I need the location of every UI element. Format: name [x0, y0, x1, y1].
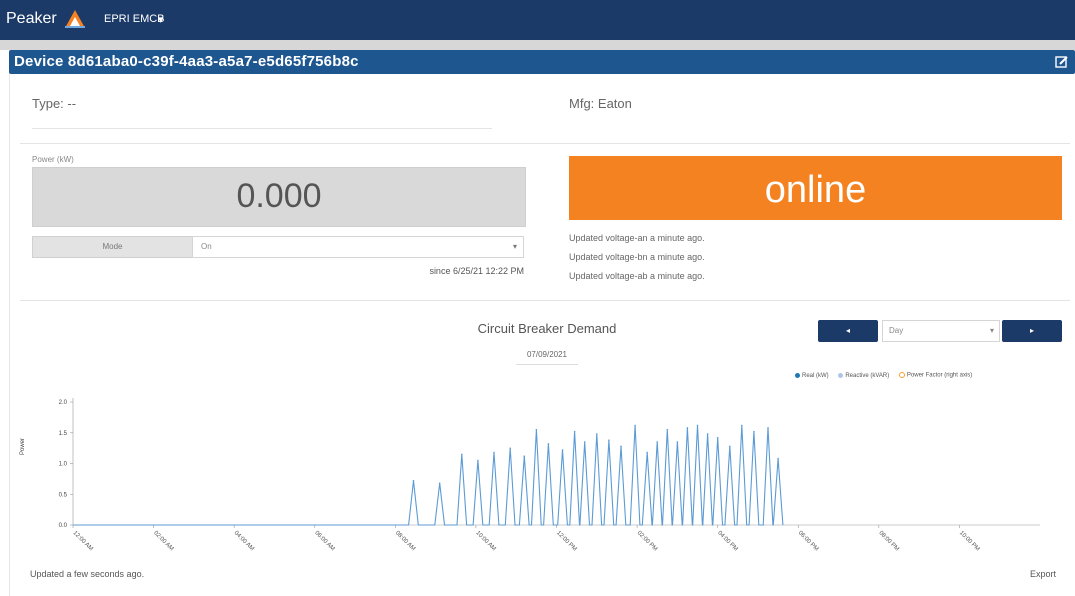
- chart-updated-status: Updated a few seconds ago.: [30, 569, 145, 579]
- org-menu-caret-icon[interactable]: ▾: [158, 13, 164, 26]
- chevron-down-icon: ▾: [989, 326, 994, 335]
- device-manufacturer: Mfg: Eaton: [569, 96, 632, 111]
- data-point: [706, 433, 709, 435]
- data-point: [634, 424, 636, 427]
- y-tick-label: 1.0: [59, 462, 68, 468]
- power-value: 0.000: [236, 177, 322, 215]
- data-point: [547, 443, 550, 445]
- data-point: [656, 441, 659, 443]
- device-title: Device 8d61aba0-c39f-4aa3-a5a7-e5d65f756…: [14, 53, 359, 70]
- data-point: [509, 447, 511, 449]
- chevron-down-icon: ▾: [512, 242, 517, 251]
- status-badge: online: [569, 156, 1062, 220]
- data-point: [728, 445, 731, 448]
- data-point: [620, 445, 622, 448]
- data-point: [523, 455, 526, 457]
- x-tick-label: 08:00 AM: [394, 530, 416, 552]
- divider: [32, 128, 492, 129]
- legend-item[interactable]: Real (kW): [795, 372, 829, 379]
- chart-date[interactable]: 07/09/2021: [516, 346, 578, 365]
- data-point: [535, 428, 538, 431]
- power-label: Power (kW): [32, 155, 74, 164]
- export-link[interactable]: Export: [1030, 569, 1056, 579]
- mode-label: Mode: [32, 236, 193, 258]
- data-point: [646, 451, 648, 454]
- x-tick-label: 08:00 PM: [877, 530, 899, 552]
- data-point: [767, 427, 769, 429]
- data-point: [583, 441, 586, 443]
- data-point: [666, 428, 669, 431]
- x-tick-label: 06:00 AM: [313, 530, 335, 552]
- data-point: [461, 453, 463, 456]
- data-point: [716, 436, 719, 439]
- data-point: [561, 449, 564, 451]
- y-tick-label: 0.5: [59, 492, 68, 498]
- data-point: [686, 427, 689, 429]
- x-tick-label: 10:00 AM: [475, 530, 497, 552]
- legend-dot-icon: [795, 372, 800, 378]
- peaker-logo-icon: [65, 10, 85, 28]
- data-point: [777, 457, 779, 460]
- chart-legend: Real (kW) Reactive (kVAR) Power Factor (…: [795, 372, 980, 379]
- x-tick-label: 04:00 PM: [716, 530, 738, 552]
- x-tick-label: 12:00 PM: [555, 530, 577, 552]
- mode-select[interactable]: On ▾: [192, 236, 524, 258]
- device-type: Type: --: [32, 96, 77, 111]
- demand-chart: 2.0 1.5 1.0 0.5 0.0 12:00 AM 02:00 AM 04:00 AM 0…: [59, 398, 1040, 553]
- brand-name[interactable]: Peaker: [6, 10, 57, 28]
- data-point: [608, 439, 610, 441]
- data-point: [595, 433, 598, 435]
- x-tick-label: 10:00 PM: [958, 530, 980, 552]
- x-tick-label: 02:00 PM: [636, 530, 658, 552]
- top-navbar: Peaker EPRI EMCB ▾: [0, 0, 1075, 40]
- mode-since: since 6/25/21 12:22 PM: [429, 266, 524, 276]
- data-point: [741, 424, 743, 427]
- y-tick-label: 2.0: [59, 400, 68, 406]
- legend-label: Reactive (kVAR): [845, 372, 890, 379]
- legend-label: Real (kW): [802, 372, 829, 379]
- edit-icon[interactable]: [1055, 55, 1069, 69]
- real-kw-series-line: [73, 425, 784, 526]
- range-value: Day: [889, 326, 904, 335]
- status-text: online: [764, 169, 867, 211]
- divider: [20, 300, 1070, 301]
- legend-label: Power Factor (right axis): [906, 372, 973, 379]
- legend-item[interactable]: Reactive (kVAR): [838, 372, 890, 379]
- power-display: 0.000: [32, 167, 526, 227]
- data-point: [438, 482, 441, 484]
- update-message: Updated voltage-bn a minute ago.: [569, 252, 705, 262]
- x-tick-label: 02:00 AM: [152, 530, 174, 552]
- data-point: [676, 441, 679, 443]
- update-message: Updated voltage-an a minute ago.: [569, 233, 705, 243]
- x-tick-label: 12:00 AM: [72, 530, 94, 552]
- org-menu[interactable]: EPRI EMCB: [104, 13, 165, 25]
- data-point: [477, 459, 479, 462]
- mode-value: On: [201, 242, 212, 251]
- divider: [20, 143, 1070, 144]
- prev-period-button[interactable]: ◂: [818, 320, 878, 342]
- data-point: [753, 430, 755, 433]
- y-tick-label: 0.0: [59, 523, 68, 529]
- y-tick-label: 1.5: [59, 431, 68, 437]
- update-message: Updated voltage-ab a minute ago.: [569, 271, 705, 281]
- data-point: [696, 424, 699, 427]
- data-point: [573, 430, 576, 433]
- legend-dot-icon: [898, 372, 905, 378]
- header-separator: [0, 40, 1075, 50]
- x-tick-label: 06:00 PM: [797, 530, 819, 552]
- data-point: [493, 451, 495, 454]
- legend-dot-icon: [838, 372, 844, 378]
- next-period-button[interactable]: ▸: [1002, 320, 1062, 342]
- data-point: [412, 479, 415, 482]
- x-tick-label: 04:00 AM: [233, 530, 255, 552]
- device-header: Device 8d61aba0-c39f-4aa3-a5a7-e5d65f756…: [9, 50, 1075, 74]
- legend-item[interactable]: Power Factor (right axis): [898, 372, 973, 379]
- range-select[interactable]: Day ▾: [882, 320, 1000, 342]
